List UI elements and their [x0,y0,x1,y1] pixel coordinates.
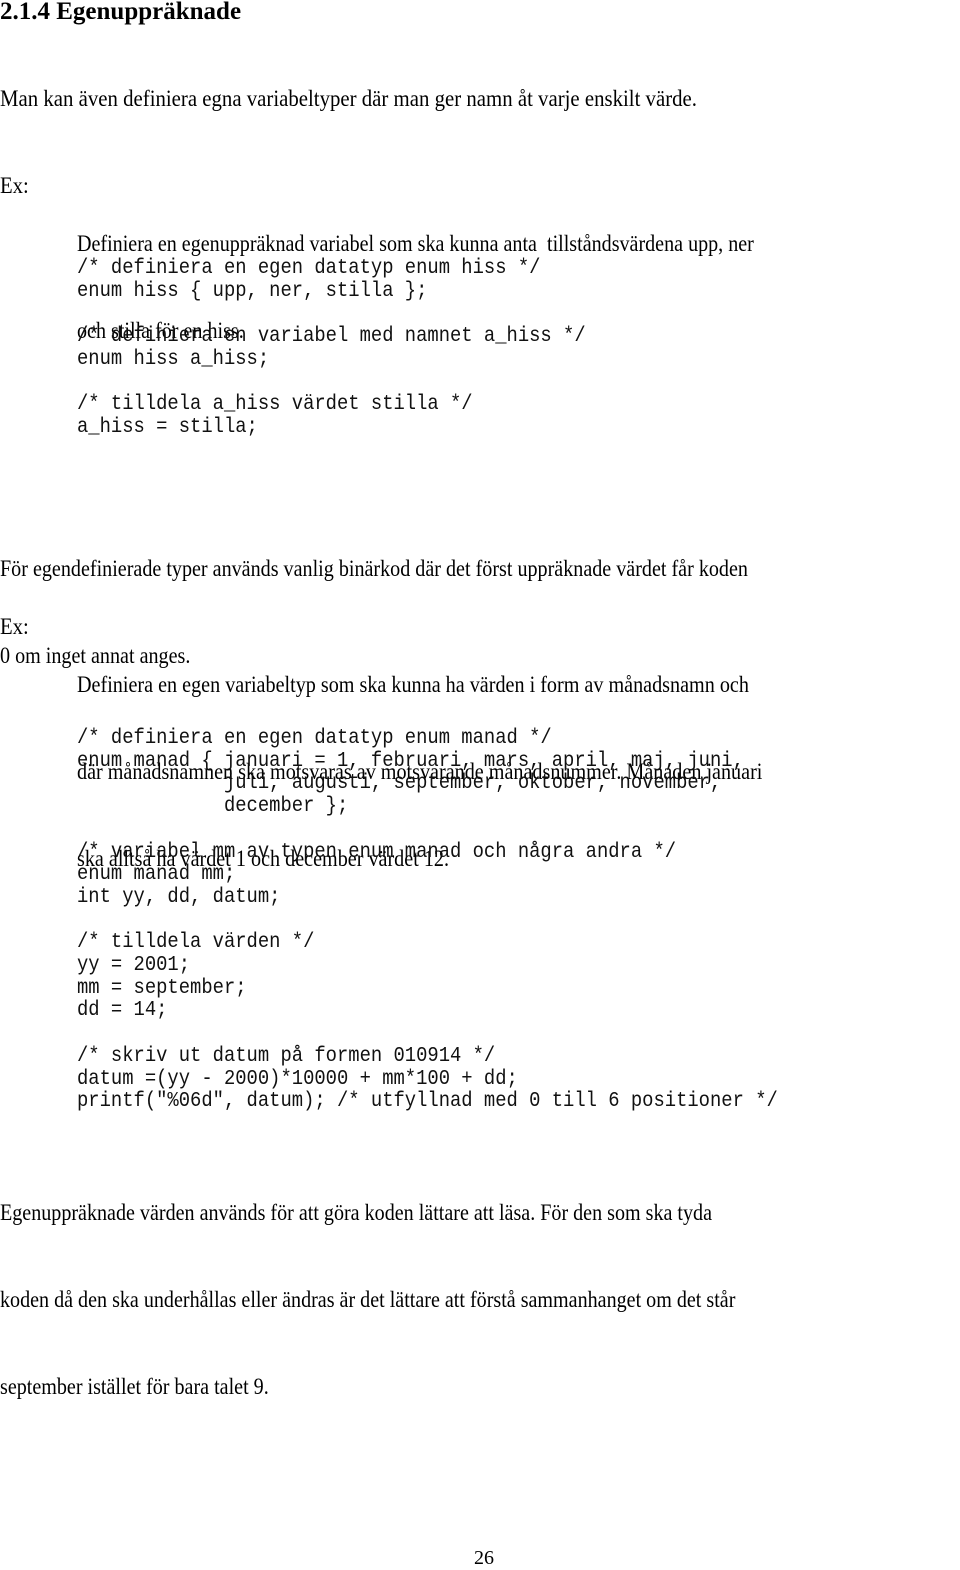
text-line: koden då den ska underhållas eller ändra… [0,1287,736,1312]
code-line: enum hiss a_hiss; [77,346,270,371]
code-line: enum manad mm; [77,862,236,887]
code-line: ​ [77,1022,778,1045]
example-label: Ex: [0,173,29,198]
text-line: För egendefinierade typer används vanlig… [0,556,748,581]
code-line: ​ [77,371,586,394]
text-line: Definiera en egen variabeltyp som ska ku… [77,672,749,697]
code-block-2: /* definiera en egen datatyp enum manad … [77,727,778,1113]
code-line: ​ [77,909,778,932]
code-line: juli, augusti, september, oktober, novem… [77,771,722,796]
code-line: enum hiss { upp, ner, stilla }; [77,278,428,303]
code-block-1: /* definiera en egen datatyp enum hiss *… [77,257,586,439]
example-label: Ex: [0,614,29,639]
code-line: datum =(yy - 2000)*10000 + mm*100 + dd; [77,1066,518,1091]
code-line: /* definiera en egen datatyp enum manad … [77,726,552,750]
paragraph-3: Egenuppräknade värden används för att gö… [0,1140,735,1430]
code-line: int yy, dd, datum; [77,884,281,909]
code-line: /* skriv ut datum på formen 010914 */ [77,1043,496,1068]
text-line: Egenuppräknade värden används för att gö… [0,1200,713,1225]
text-line: Definiera en egenuppräknad variabel som … [77,231,754,256]
code-line: /* definiera en variabel med namnet a_hi… [77,324,586,349]
page-number: 26 [474,1547,494,1569]
code-line: dd = 14; [77,998,168,1023]
code-line: printf("%06d", datum); /* utfyllnad med … [77,1089,778,1114]
section-heading: 2.1.4 Egenuppräknade [0,0,242,25]
code-line: /* definiera en egen datatyp enum hiss *… [77,256,541,280]
code-line: mm = september; [77,975,247,1000]
code-line: a_hiss = stilla; [77,414,258,439]
code-line: yy = 2001; [77,953,191,978]
code-line: /* tilldela värden */ [77,930,315,955]
code-line: ​ [77,818,778,841]
code-line: /* tilldela a_hiss värdet stilla */ [77,392,473,417]
code-line: enum manad { januari = 1, februari, mars… [77,748,744,773]
code-line: december }; [77,794,349,819]
code-line: ​ [77,302,586,325]
intro-paragraph: Man kan även definiera egna variabeltype… [0,86,697,111]
text-line: september istället för bara talet 9. [0,1374,269,1399]
code-line: /* variabel mm av typen enum manad och n… [77,839,677,864]
